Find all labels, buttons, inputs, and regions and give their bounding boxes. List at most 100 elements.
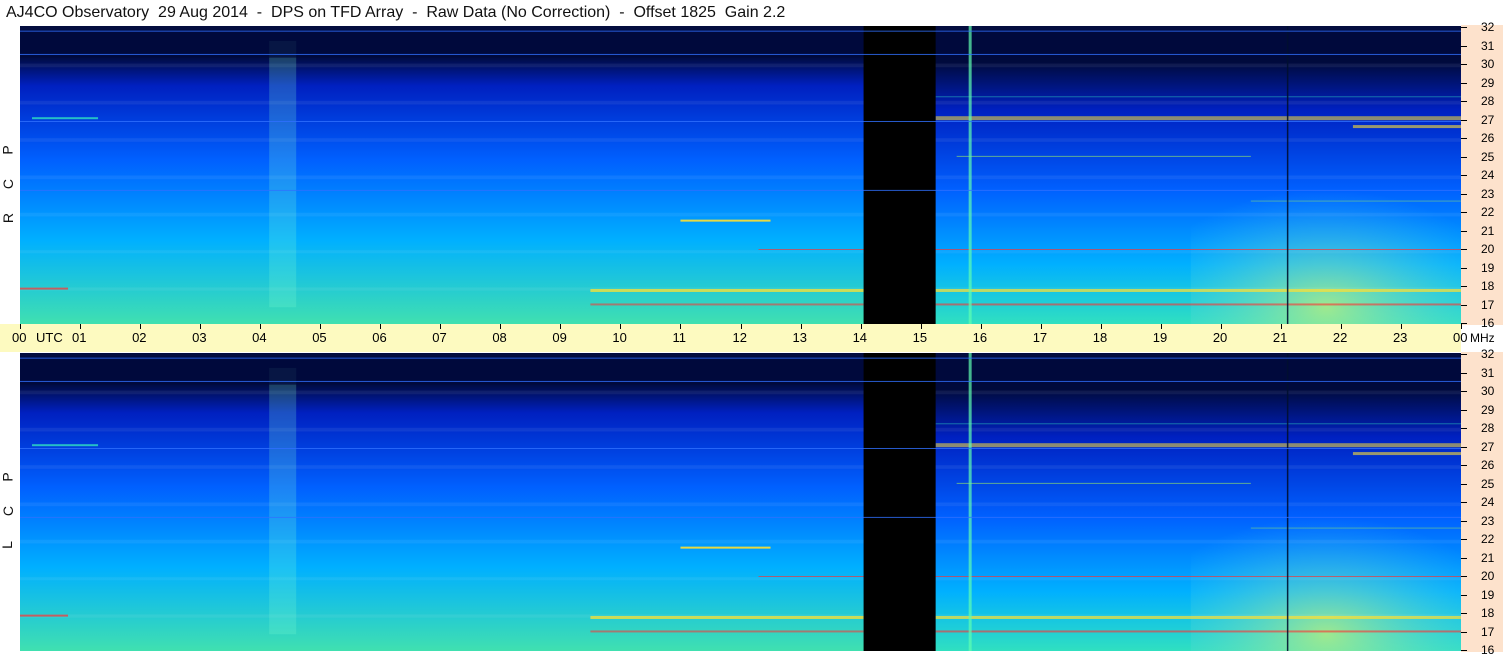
emission-band: [680, 219, 771, 222]
frequency-tick-label: 31: [1481, 365, 1495, 380]
time-tick: [200, 324, 202, 329]
frequency-tick-label: 29: [1481, 75, 1495, 90]
emission-band: [590, 303, 864, 306]
frequency-tick: [1461, 539, 1467, 540]
time-tick: [500, 324, 502, 329]
noise-streak: [20, 141, 1461, 142]
noise-streak: [20, 253, 1461, 254]
frequency-tick: [1461, 82, 1467, 84]
time-tick: [980, 324, 982, 329]
frequency-tick-label: 24: [1481, 495, 1495, 509]
emission-band: [20, 287, 69, 290]
frequency-tick-label: 32: [1481, 347, 1495, 361]
time-tick: [20, 324, 21, 329]
spectrogram-glow-region: [1190, 156, 1461, 324]
time-tick: [320, 324, 322, 329]
time-tick: [560, 324, 562, 329]
frequency-tick-label: 17: [1481, 624, 1495, 639]
frequency-tick: [1461, 391, 1467, 392]
time-tick-label: 02: [132, 330, 147, 345]
lcp-heatmap-svg: [20, 353, 1461, 651]
rcp-frequency-axis: 16 17 18 19 20 21 22 23 24 25 26 27 28 29 30 31 32: [1461, 21, 1503, 329]
frequency-tick-label: 26: [1481, 131, 1495, 145]
emission-band: [935, 303, 1461, 306]
frequency-tick: [1461, 557, 1467, 559]
spectrogram-pre-gap-region: [20, 26, 864, 324]
frequency-tick-label: 20: [1481, 242, 1495, 256]
frequency-tick: [1461, 138, 1467, 139]
noise-streak: [20, 431, 1461, 432]
side-label-letter: L: [0, 541, 15, 549]
noise-streak: [20, 216, 1461, 217]
time-tick-label: 11: [672, 330, 686, 345]
time-tick: [1340, 324, 1342, 329]
frequency-tick: [1461, 175, 1467, 176]
reference-line: [20, 30, 1461, 32]
frequency-tick: [1461, 156, 1467, 158]
reference-line: [20, 357, 1461, 359]
frequency-tick-label: 23: [1481, 513, 1495, 528]
time-tick: [1400, 324, 1402, 329]
frequency-tick-label: 25: [1481, 149, 1495, 164]
spectrogram-pre-gap-region: [20, 353, 864, 651]
lcp-frequency-axis: 16 17 18 19 20 21 22 23 24 25 26 27 28 29 30 31 32: [1461, 348, 1503, 656]
frequency-tick: [1461, 409, 1467, 411]
time-tick: [800, 324, 802, 329]
time-tick: [260, 324, 262, 329]
time-tick: [1100, 324, 1102, 329]
side-label-letter: P: [0, 472, 16, 482]
frequency-tick: [1461, 465, 1467, 466]
emission-band: [1352, 452, 1461, 456]
time-tick-label: 00: [12, 330, 27, 345]
frequency-tick: [1461, 428, 1467, 429]
frequency-tick: [1461, 576, 1467, 577]
data-gap: [863, 26, 936, 324]
frequency-tick: [1461, 249, 1467, 250]
time-tick: [1160, 324, 1162, 329]
frequency-tick: [1461, 119, 1467, 121]
time-tick-label: 12: [732, 330, 747, 345]
spectrogram-glow-region: [1190, 483, 1461, 651]
frequency-tick: [1461, 27, 1467, 28]
frequency-tick-label: 27: [1481, 439, 1495, 454]
emission-band: [680, 546, 771, 549]
emission-band: [935, 423, 1461, 425]
time-tick: [680, 324, 682, 329]
time-tick-label: 19: [1152, 330, 1168, 345]
time-tick: [860, 324, 862, 329]
emission-band: [935, 116, 1461, 121]
frequency-tick-label: 28: [1481, 94, 1495, 108]
side-label-letter: P: [0, 145, 16, 155]
frequency-tick: [1461, 286, 1467, 287]
lcp-spectrogram: [20, 353, 1461, 651]
rcp-heatmap-svg: [20, 26, 1461, 324]
reference-line: [20, 189, 1461, 191]
frequency-tick: [1461, 267, 1467, 269]
time-tick-label: 20: [1212, 330, 1228, 345]
noise-streak: [20, 468, 1461, 469]
time-tick-label: 04: [252, 330, 267, 345]
time-tick-label: 05: [312, 330, 327, 345]
time-tick-label: 15: [912, 330, 928, 345]
noise-streak: [20, 580, 1461, 581]
frequency-tick-label: 19: [1481, 587, 1495, 602]
frequency-tick-label: 24: [1481, 168, 1495, 182]
noise-streak: [20, 505, 1461, 506]
noise-streak: [20, 394, 1461, 395]
emission-band: [1352, 125, 1461, 129]
vertical-line: [1286, 26, 1289, 324]
time-tick-label: 07: [432, 330, 447, 345]
emission-band: [935, 615, 1461, 619]
frequency-tick: [1461, 372, 1467, 374]
interference-stripe: [269, 367, 297, 635]
side-label-letter: C: [0, 178, 17, 190]
time-tick-label: 03: [192, 330, 207, 345]
mhz-unit-label: MHz: [1470, 331, 1495, 345]
frequency-tick-label: 17: [1481, 297, 1495, 312]
frequency-tick: [1461, 45, 1467, 47]
time-tick-label: 06: [372, 330, 387, 345]
data-gap: [863, 353, 936, 651]
frequency-tick-label: 26: [1481, 458, 1495, 472]
time-tick: [1280, 324, 1282, 329]
side-label-letter: R: [0, 212, 17, 224]
